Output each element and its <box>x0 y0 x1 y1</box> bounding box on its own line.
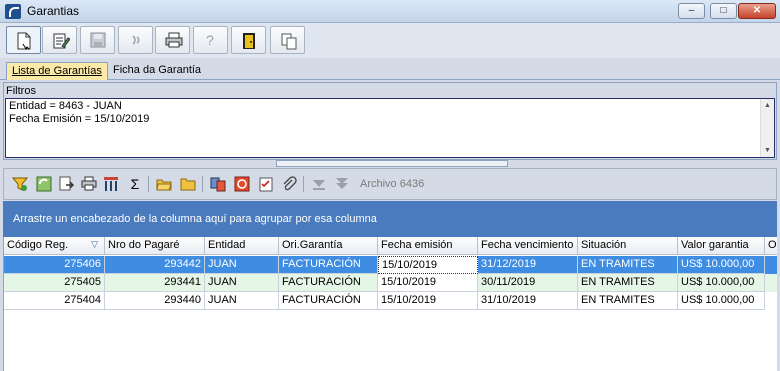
group-by-panel[interactable]: Arrastre un encabezado de la columna aqu… <box>3 201 777 237</box>
filter-line: Fecha Emisión = 15/10/2019 <box>9 113 150 125</box>
column-header-fecha-vencimiento[interactable]: Fecha vencimiento <box>478 237 578 255</box>
toolbar-separator <box>303 176 304 192</box>
sigma-icon[interactable]: Σ <box>127 176 143 192</box>
archivo-label: Archivo 6436 <box>360 178 425 190</box>
print-icon[interactable] <box>81 176 97 192</box>
filters-textarea[interactable]: Entidad = 8463 - JUAN Fecha Emisión = 15… <box>5 98 775 158</box>
group-hint-text: Arrastre un encabezado de la columna aqu… <box>13 213 377 225</box>
export-icon[interactable] <box>58 176 74 192</box>
filter-line: Entidad = 8463 - JUAN <box>9 100 122 112</box>
print-button[interactable] <box>155 26 190 54</box>
edit-button[interactable] <box>42 26 77 54</box>
save-icon <box>90 32 106 48</box>
help-icon: ? <box>206 32 214 48</box>
attachment-icon[interactable] <box>281 176 297 192</box>
column-header-situacion[interactable]: Situación <box>578 237 678 255</box>
edit-document-icon <box>53 33 70 49</box>
tab-ficha-garantia[interactable]: Ficha da Garantía <box>108 62 206 80</box>
focused-cell[interactable]: 15/10/2019 <box>378 256 478 274</box>
toolbar-separator <box>202 176 203 192</box>
checklist-icon[interactable] <box>258 176 274 192</box>
main-toolbar: ? <box>0 23 780 58</box>
refresh-icon[interactable] <box>36 176 52 192</box>
splitter[interactable] <box>3 160 777 167</box>
table-row[interactable]: 275405 293441 JUAN FACTURACIÓN 15/10/201… <box>4 274 777 292</box>
columns-icon[interactable] <box>103 176 119 192</box>
splitter-grip[interactable] <box>276 160 508 167</box>
print-icon <box>165 32 183 48</box>
move-bottom-icon[interactable] <box>334 176 350 192</box>
refresh-icon <box>132 35 140 45</box>
folder-icon[interactable] <box>180 176 196 192</box>
move-down-icon[interactable] <box>311 176 327 192</box>
column-header-fecha-emision[interactable]: Fecha emisión <box>378 237 478 255</box>
app-icon <box>5 4 21 19</box>
exit-door-icon <box>243 33 255 49</box>
column-header-nro-pagare[interactable]: Nro do Pagaré <box>105 237 205 255</box>
copy-records-icon[interactable] <box>210 176 226 192</box>
open-folder-icon[interactable] <box>156 176 172 192</box>
maximize-button[interactable]: □ <box>710 3 737 19</box>
tab-lista-garantias[interactable]: Lista de Garantías <box>6 62 108 80</box>
column-header-codigo[interactable]: Código Reg. ▽ <box>4 237 105 255</box>
help-button[interactable]: ? <box>193 26 228 54</box>
copy-icon <box>281 33 297 50</box>
copy-button[interactable] <box>270 26 305 54</box>
scroll-down-icon[interactable]: ▼ <box>764 147 771 154</box>
column-header-entidad[interactable]: Entidad <box>205 237 279 255</box>
filters-panel: Filtros Entidad = 8463 - JUAN Fecha Emis… <box>3 82 777 160</box>
column-header-ori-garantia[interactable]: Ori.Garantía <box>279 237 378 255</box>
table-row[interactable]: 275404 293440 JUAN FACTURACIÓN 15/10/201… <box>4 292 777 310</box>
scroll-up-icon[interactable]: ▲ <box>764 102 771 109</box>
column-header-o[interactable]: O <box>765 237 777 255</box>
tab-strip: Lista de Garantías Ficha da Garantía <box>0 60 780 80</box>
filters-scrollbar[interactable]: ▲ ▼ <box>760 99 774 157</box>
cancel-icon[interactable] <box>234 176 250 192</box>
new-document-icon <box>17 32 31 50</box>
toolbar-separator <box>148 176 149 192</box>
close-button[interactable]: ✕ <box>738 3 776 19</box>
exit-button[interactable] <box>231 26 266 54</box>
refresh-button[interactable] <box>118 26 153 54</box>
window-title: Garantias <box>27 4 80 18</box>
filters-label: Filtros <box>6 85 36 97</box>
sort-indicator-icon: ▽ <box>91 239 98 249</box>
filter-icon[interactable] <box>12 176 28 192</box>
grid-toolbar: Σ Archivo 6436 <box>3 168 777 200</box>
guarantees-table: Código Reg. ▽ Nro do Pagaré Entidad Ori.… <box>3 237 777 371</box>
new-button[interactable] <box>6 26 41 54</box>
column-header-valor-garantia[interactable]: Valor garantia <box>678 237 765 255</box>
title-bar: Garantias – □ ✕ <box>0 0 780 23</box>
save-button[interactable] <box>80 26 115 54</box>
minimize-button[interactable]: – <box>678 3 705 19</box>
table-row[interactable]: 275406 293442 JUAN FACTURACIÓN 15/10/201… <box>4 256 777 274</box>
